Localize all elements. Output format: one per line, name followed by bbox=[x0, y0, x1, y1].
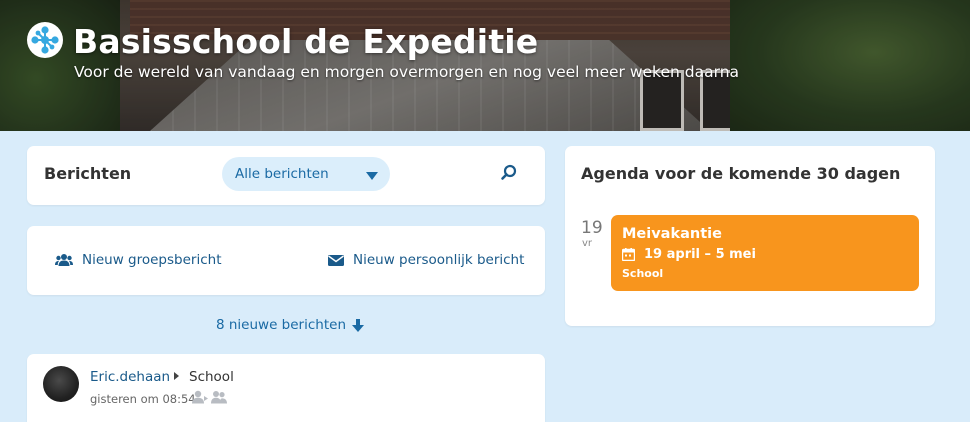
event-day-number: 19 bbox=[581, 218, 603, 238]
new-message-card: Nieuw groepsbericht Nieuw persoonlijk be… bbox=[27, 226, 545, 295]
filter-selected-value: Alle berichten bbox=[235, 166, 329, 182]
event-weekday: vr bbox=[582, 238, 593, 249]
avatar[interactable] bbox=[43, 366, 79, 402]
new-posts-link[interactable]: 8 nieuwe berichten bbox=[216, 317, 364, 333]
new-group-message-button[interactable]: Nieuw groepsbericht bbox=[55, 252, 221, 268]
caret-right-icon bbox=[174, 372, 179, 380]
site-tagline: Voor de wereld van vandaag en morgen ove… bbox=[74, 63, 740, 81]
arrow-down-icon bbox=[352, 318, 364, 332]
recipients-indicator bbox=[192, 390, 227, 404]
new-posts-label: 8 nieuwe berichten bbox=[216, 317, 346, 333]
person-icon bbox=[192, 390, 208, 404]
caret-down-icon bbox=[366, 172, 378, 180]
post-timestamp: gisteren om 08:54 bbox=[90, 392, 196, 406]
agenda-card: Agenda voor de komende 30 dagen 19 vr Me… bbox=[565, 146, 935, 326]
event-title: Meivakantie bbox=[622, 226, 722, 242]
search-button[interactable] bbox=[499, 163, 519, 183]
new-personal-message-label: Nieuw persoonlijk bericht bbox=[353, 252, 525, 268]
site-title[interactable]: Basisschool de Expeditie bbox=[73, 22, 538, 61]
calendar-icon bbox=[622, 248, 635, 261]
event-date-row: 19 april – 5 mei bbox=[622, 247, 756, 262]
group-icon bbox=[211, 391, 227, 404]
berichten-filter-select[interactable]: Alle berichten bbox=[222, 157, 390, 191]
post-group: School bbox=[189, 369, 234, 385]
school-logo-icon[interactable] bbox=[27, 22, 63, 58]
post-card: Eric.dehaan School gisteren om 08:54 bbox=[27, 354, 545, 422]
envelope-icon bbox=[328, 254, 344, 266]
search-icon bbox=[501, 164, 517, 180]
post-author-link[interactable]: Eric.dehaan bbox=[90, 369, 170, 385]
users-icon bbox=[55, 254, 73, 266]
agenda-event[interactable]: Meivakantie 19 april – 5 mei School bbox=[611, 215, 919, 291]
agenda-title: Agenda voor de komende 30 dagen bbox=[581, 164, 901, 183]
berichten-card: Berichten Alle berichten bbox=[27, 146, 545, 205]
event-dates: 19 april – 5 mei bbox=[644, 247, 756, 262]
berichten-title: Berichten bbox=[44, 164, 132, 183]
new-group-message-label: Nieuw groepsbericht bbox=[82, 252, 222, 268]
new-personal-message-button[interactable]: Nieuw persoonlijk bericht bbox=[328, 252, 524, 268]
event-category: School bbox=[622, 267, 664, 280]
